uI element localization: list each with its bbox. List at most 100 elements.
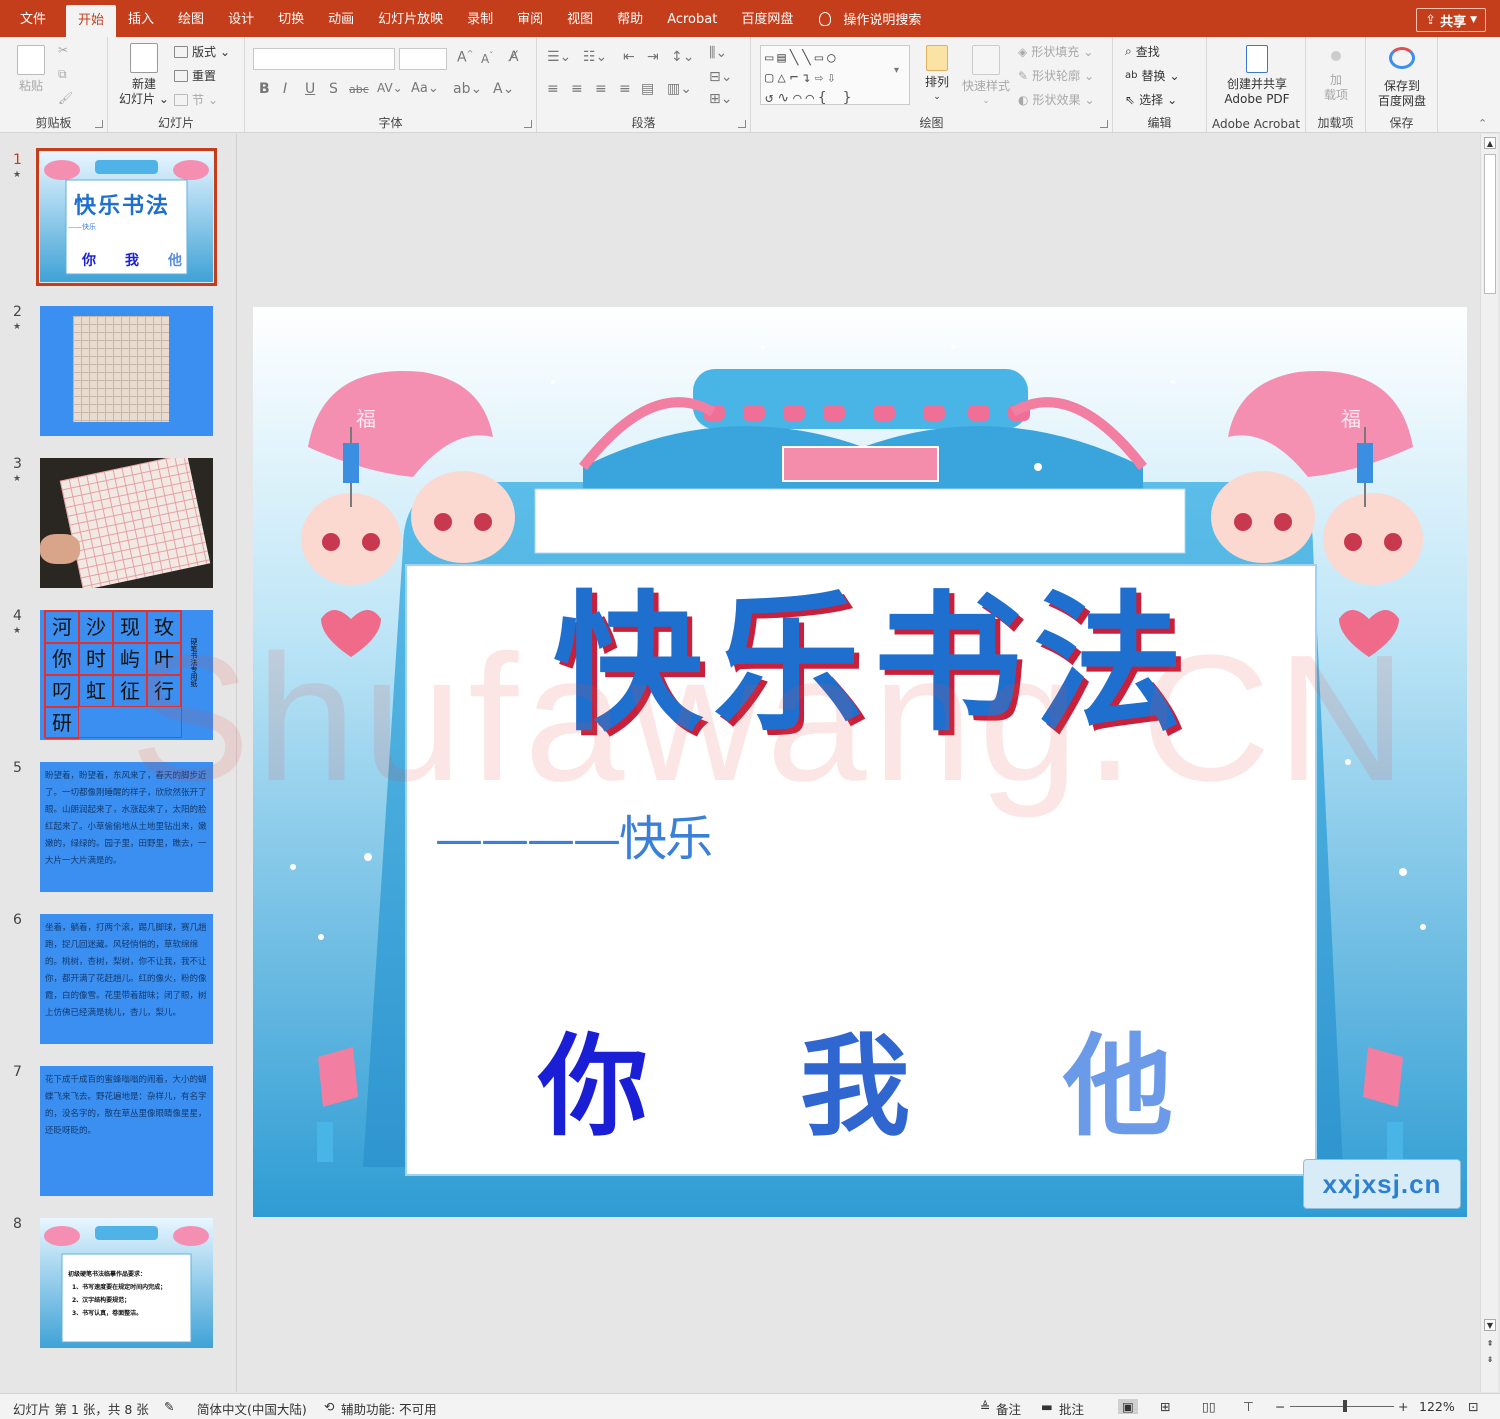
line-spacing-icon[interactable]: ↕⌄ [671,49,694,65]
save-to-baidu-button[interactable]: 保存到 百度网盘 [1370,45,1434,109]
tab-draw[interactable]: 绘图 [166,0,216,37]
addins-button[interactable]: 加 载项 [1314,51,1358,103]
zoom-in-icon[interactable]: + [1398,1399,1408,1414]
accessibility-status[interactable]: 辅助功能: 不可用 [341,1399,437,1418]
tell-me-search[interactable]: 操作说明搜索 [819,9,921,28]
increase-font-icon[interactable]: A^ [457,49,473,66]
tab-insert[interactable]: 插入 [116,0,166,37]
shadow-icon[interactable]: S [329,81,338,97]
zoom-slider-knob[interactable] [1343,1400,1347,1412]
arrange-button[interactable]: 排列 ⌄ [918,45,956,105]
italic-icon[interactable]: I [283,81,287,97]
align-right-icon[interactable]: ≡ [595,81,607,97]
section-button[interactable]: 节 ⌄ [174,91,218,108]
next-slide-icon[interactable]: ⇟ [1484,1354,1496,1366]
collapse-ribbon-icon[interactable]: ⌃ [1478,117,1487,130]
align-text-icon[interactable]: ⊟⌄ [709,69,732,85]
increase-indent-icon[interactable]: ⇥ [647,49,659,65]
tab-design[interactable]: 设计 [216,0,266,37]
thumbnail-row[interactable]: 1 ★ 快乐书法 ——快乐 你 我 他 [0,148,237,292]
font-size-combo[interactable] [399,48,447,70]
tab-baidu-netdisk[interactable]: 百度网盘 [729,0,805,37]
copy-icon[interactable]: ⧉ [58,67,67,82]
tab-animations[interactable]: 动画 [316,0,366,37]
quick-styles-button[interactable]: 快速样式 ⌄ [958,45,1014,109]
tab-help[interactable]: 帮助 [605,0,655,37]
shape-fill-button[interactable]: ◈ 形状填充 ⌄ [1018,43,1093,60]
fit-to-window-icon[interactable]: ⊡ [1468,1399,1478,1414]
paste-button[interactable]: 粘贴 [12,45,50,94]
columns-icon[interactable]: ▥⌄ [667,81,692,97]
bullets-icon[interactable]: ☰⌄ [547,49,571,65]
create-share-pdf-button[interactable]: 创建并共享 Adobe PDF [1213,45,1301,107]
distribute-icon[interactable]: ▤ [641,81,654,97]
tab-view[interactable]: 视图 [555,0,605,37]
tab-home[interactable]: 开始 [66,5,117,37]
shape-effects-button[interactable]: ◐ 形状效果 ⌄ [1018,91,1095,108]
tab-record[interactable]: 录制 [455,0,505,37]
strikethrough-icon[interactable]: abc [349,83,369,96]
find-button[interactable]: ⌕ 查找 [1125,43,1160,60]
zoom-level[interactable]: 122% [1419,1399,1455,1414]
align-center-icon[interactable]: ≡ [571,81,583,97]
character-ni[interactable]: 你 [538,997,648,1157]
shapes-gallery[interactable]: ▭▤╲╲▭○ ▢△⌐↴⇨⇩ ↺∿⌒⌒{ } [760,45,910,105]
decrease-indent-icon[interactable]: ⇤ [623,49,635,65]
text-direction-icon[interactable]: ⫼⌄ [709,45,727,61]
align-left-icon[interactable]: ≡ [547,81,559,97]
language-status[interactable]: 简体中文(中国大陆) [197,1399,307,1418]
slide-thumbnail-6[interactable]: 坐着，躺着，打两个滚，踢几脚球，赛几趟跑，捉几回迷藏。风轻悄悄的，草软绵绵的。桃… [40,914,213,1044]
clear-format-icon[interactable]: A̸ [509,49,519,65]
slide-thumbnail-4[interactable]: 河 沙 现 玫 你 时 屿 叶 叼 虹 征 行 研 硬笔书法专用纸 [40,610,213,740]
tab-slideshow[interactable]: 幻灯片放映 [366,0,455,37]
new-slide-button[interactable]: 新建 幻灯片 ⌄ [116,43,172,107]
scroll-up-icon[interactable]: ▲ [1484,137,1496,149]
cut-icon[interactable]: ✂ [58,43,68,57]
select-button[interactable]: ⇖ 选择 ⌄ [1125,91,1177,108]
gallery-more-icon[interactable]: ▾ [894,65,899,76]
font-family-combo[interactable] [253,48,395,70]
zoom-out-icon[interactable]: − [1275,1399,1285,1414]
clipboard-launcher-icon[interactable] [95,120,103,128]
character-ta[interactable]: 他 [1063,997,1173,1157]
font-color-icon[interactable]: A⌄ [493,81,514,97]
notes-button[interactable]: 备注 [996,1399,1021,1418]
bold-icon[interactable]: B [259,81,270,97]
slide-thumbnail-2[interactable] [40,306,213,436]
tab-file[interactable]: 文件 [0,0,66,37]
spellcheck-icon[interactable]: ✎ [164,1399,174,1414]
decrease-font-icon[interactable]: Aˇ [481,51,493,66]
replace-button[interactable]: ab 替换 ⌄ [1125,67,1180,84]
format-painter-icon[interactable]: 🖌 [58,91,73,105]
layout-button[interactable]: 版式 ⌄ [174,43,230,60]
drawing-launcher-icon[interactable] [1100,120,1108,128]
normal-view-icon[interactable]: ▣ [1118,1399,1138,1414]
underline-icon[interactable]: U [305,81,315,97]
slide-thumbnail-7[interactable]: 花下成千成百的蜜蜂嗡嗡的闹着，大小的蝴蝶飞来飞去。野花遍地是：杂样儿，有名字的，… [40,1066,213,1196]
comments-button[interactable]: 批注 [1059,1399,1084,1418]
slide-title[interactable]: 快乐书法 [493,569,1253,759]
vertical-scrollbar[interactable]: ▲ ▼ ⇞ ⇟ [1480,134,1498,1392]
share-button[interactable]: ⇪ 共享 ▼ [1416,8,1486,32]
slide-thumbnail-3[interactable] [40,458,213,588]
tab-acrobat[interactable]: Acrobat [655,0,729,37]
font-launcher-icon[interactable] [524,120,532,128]
tab-review[interactable]: 审阅 [505,0,555,37]
thumbnail-row[interactable]: 6 坐着，躺着，打两个滚，踢几脚球，赛几趟跑，捉几回迷藏。风轻悄悄的，草软绵绵的… [0,912,237,1052]
numbering-icon[interactable]: ☷⌄ [583,49,607,65]
shape-outline-button[interactable]: ✎ 形状轮廓 ⌄ [1018,67,1094,84]
justify-icon[interactable]: ≡ [619,81,631,97]
tab-transitions[interactable]: 切换 [266,0,316,37]
thumbnail-row[interactable]: 7 花下成千成百的蜜蜂嗡嗡的闹着，大小的蝴蝶飞来飞去。野花遍地是：杂样儿，有名字… [0,1064,237,1204]
scrollbar-thumb[interactable] [1484,154,1496,294]
reset-button[interactable]: 重置 [174,67,216,84]
change-case-button[interactable]: Aa⌄ [411,81,439,96]
reading-view-icon[interactable]: ▯▯ [1202,1399,1216,1414]
current-slide[interactable]: 福 福 快乐书法 ————快乐 你 我 他 xxjxsj.cn [253,307,1467,1217]
character-wo[interactable]: 我 [800,997,910,1157]
slideshow-icon[interactable]: ⊤ [1243,1399,1254,1414]
thumbnail-row[interactable]: 8 初级硬笔书法临摹作品要求： 1、书写速度要在规定时间内完成； 2、汉字结构要… [0,1216,237,1356]
slide-sorter-icon[interactable]: ⊞ [1160,1399,1170,1414]
smartart-icon[interactable]: ⊞⌄ [709,91,732,107]
thumbnail-row[interactable]: 4 ★ 河 沙 现 玫 你 时 屿 叶 叼 虹 征 行 研 硬笔书法专用纸 [0,608,237,748]
